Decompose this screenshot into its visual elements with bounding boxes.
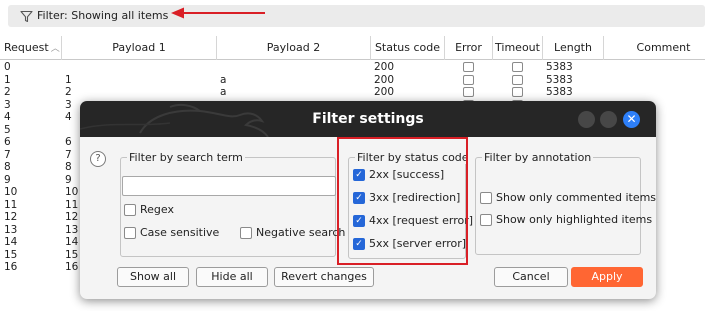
- minimize-button[interactable]: [578, 111, 595, 128]
- checkbox[interactable]: [480, 214, 492, 226]
- table-row[interactable]: 0 200 5383: [0, 61, 705, 74]
- close-icon: ✕: [626, 112, 637, 126]
- highlighted-items-label: Show only highlighted items: [496, 213, 653, 226]
- cell-payload1: 11: [65, 198, 79, 211]
- error-checkbox: [463, 74, 474, 85]
- cancel-button[interactable]: Cancel: [494, 267, 568, 287]
- timeout-checkbox: [512, 62, 523, 72]
- cell-payload1: 6: [65, 136, 72, 148]
- cell-request: 12: [4, 211, 18, 223]
- cell-payload1: 1: [65, 73, 72, 86]
- regex-label: Regex: [140, 203, 174, 216]
- cell-request: 14: [4, 236, 18, 248]
- cell-request: 10: [4, 186, 18, 198]
- cell-request: 4: [4, 111, 11, 123]
- cell-payload1: 8: [65, 161, 72, 173]
- cell-request: 7: [4, 148, 11, 161]
- hide-all-button[interactable]: Hide all: [196, 267, 268, 287]
- cell-request: 11: [4, 198, 18, 211]
- column-header-request[interactable]: Request ︿: [0, 36, 62, 60]
- cell-payload1: 3: [65, 98, 72, 111]
- checkbox[interactable]: [124, 227, 136, 239]
- annotation-legend: Filter by annotation: [482, 151, 594, 164]
- column-header-length[interactable]: Length: [543, 36, 604, 60]
- cell-payload1: 10: [65, 186, 79, 198]
- cell-payload1: 2: [65, 86, 72, 98]
- cell-status: 200: [374, 61, 395, 73]
- column-header-payload1[interactable]: Payload 1: [62, 36, 217, 60]
- sort-ascending-icon: ︿: [50, 44, 60, 54]
- cell-payload1: 12: [65, 211, 79, 223]
- cell-payload1: 15: [65, 248, 79, 261]
- cell-length: 5383: [546, 86, 573, 98]
- case-sensitive-label: Case sensitive: [140, 226, 220, 239]
- cell-payload2: a: [220, 86, 227, 98]
- cell-length: 5383: [546, 73, 573, 86]
- cell-request: 16: [4, 261, 18, 273]
- cell-request: 2: [4, 86, 11, 98]
- cell-request: 9: [4, 173, 11, 186]
- cell-length: 5383: [546, 61, 573, 73]
- highlight-box: [337, 137, 468, 265]
- cell-request: 0: [4, 61, 11, 73]
- column-header-error[interactable]: Error: [445, 36, 493, 60]
- cell-payload1: 13: [65, 223, 79, 236]
- annotation-group: Filter by annotation: [475, 151, 641, 255]
- checkbox[interactable]: [240, 227, 252, 239]
- table-header: Request ︿ Payload 1 Payload 2 Status code…: [0, 36, 705, 60]
- error-checkbox: [463, 62, 474, 72]
- cell-request: 8: [4, 161, 11, 173]
- table-row[interactable]: 1 1 a 200 5383: [0, 74, 705, 87]
- show-all-button[interactable]: Show all: [117, 267, 189, 287]
- cell-request: 1: [4, 73, 11, 86]
- cell-request: 15: [4, 248, 18, 261]
- column-header-status-code[interactable]: Status code: [371, 36, 445, 60]
- column-header-payload2[interactable]: Payload 2: [217, 36, 371, 60]
- cell-payload1: 9: [65, 173, 72, 186]
- checkbox[interactable]: [480, 192, 492, 204]
- cell-request: 13: [4, 223, 18, 236]
- negative-search-label: Negative search: [256, 226, 346, 239]
- search-input[interactable]: [122, 176, 336, 196]
- help-icon[interactable]: ?: [90, 151, 106, 167]
- revert-changes-button[interactable]: Revert changes: [274, 267, 374, 287]
- cell-status: 200: [374, 73, 395, 86]
- column-header-comment[interactable]: Comment: [604, 36, 705, 60]
- filter-bar[interactable]: Filter: Showing all items: [8, 5, 705, 27]
- cell-payload1: 16: [65, 261, 79, 273]
- table-row[interactable]: 2 2 a 200 5383: [0, 86, 705, 99]
- cell-payload1: 14: [65, 236, 79, 248]
- apply-button[interactable]: Apply: [571, 267, 643, 287]
- error-checkbox: [463, 87, 474, 97]
- cell-request: 6: [4, 136, 11, 148]
- column-header-timeout[interactable]: Timeout: [493, 36, 543, 60]
- dialog-titlebar[interactable]: Filter settings ✕: [80, 101, 656, 137]
- commented-items-label: Show only commented items: [496, 191, 656, 204]
- cell-payload1: 4: [65, 111, 72, 123]
- annotation-arrow: [171, 7, 265, 19]
- cell-request: 5: [4, 123, 11, 136]
- filter-settings-dialog: Filter settings ✕ ? Filter by search ter…: [80, 101, 656, 299]
- close-button[interactable]: ✕: [623, 111, 640, 128]
- dialog-title: Filter settings: [312, 111, 424, 127]
- cell-payload2: a: [220, 73, 227, 86]
- maximize-button[interactable]: [600, 111, 617, 128]
- filter-label: Filter: Showing all items: [37, 9, 169, 22]
- cell-request: 3: [4, 98, 11, 111]
- search-term-legend: Filter by search term: [127, 151, 245, 164]
- cell-payload1: 7: [65, 148, 72, 161]
- timeout-checkbox: [512, 74, 523, 85]
- funnel-icon: [20, 10, 33, 23]
- cell-status: 200: [374, 86, 395, 98]
- checkbox[interactable]: [124, 204, 136, 216]
- timeout-checkbox: [512, 87, 523, 97]
